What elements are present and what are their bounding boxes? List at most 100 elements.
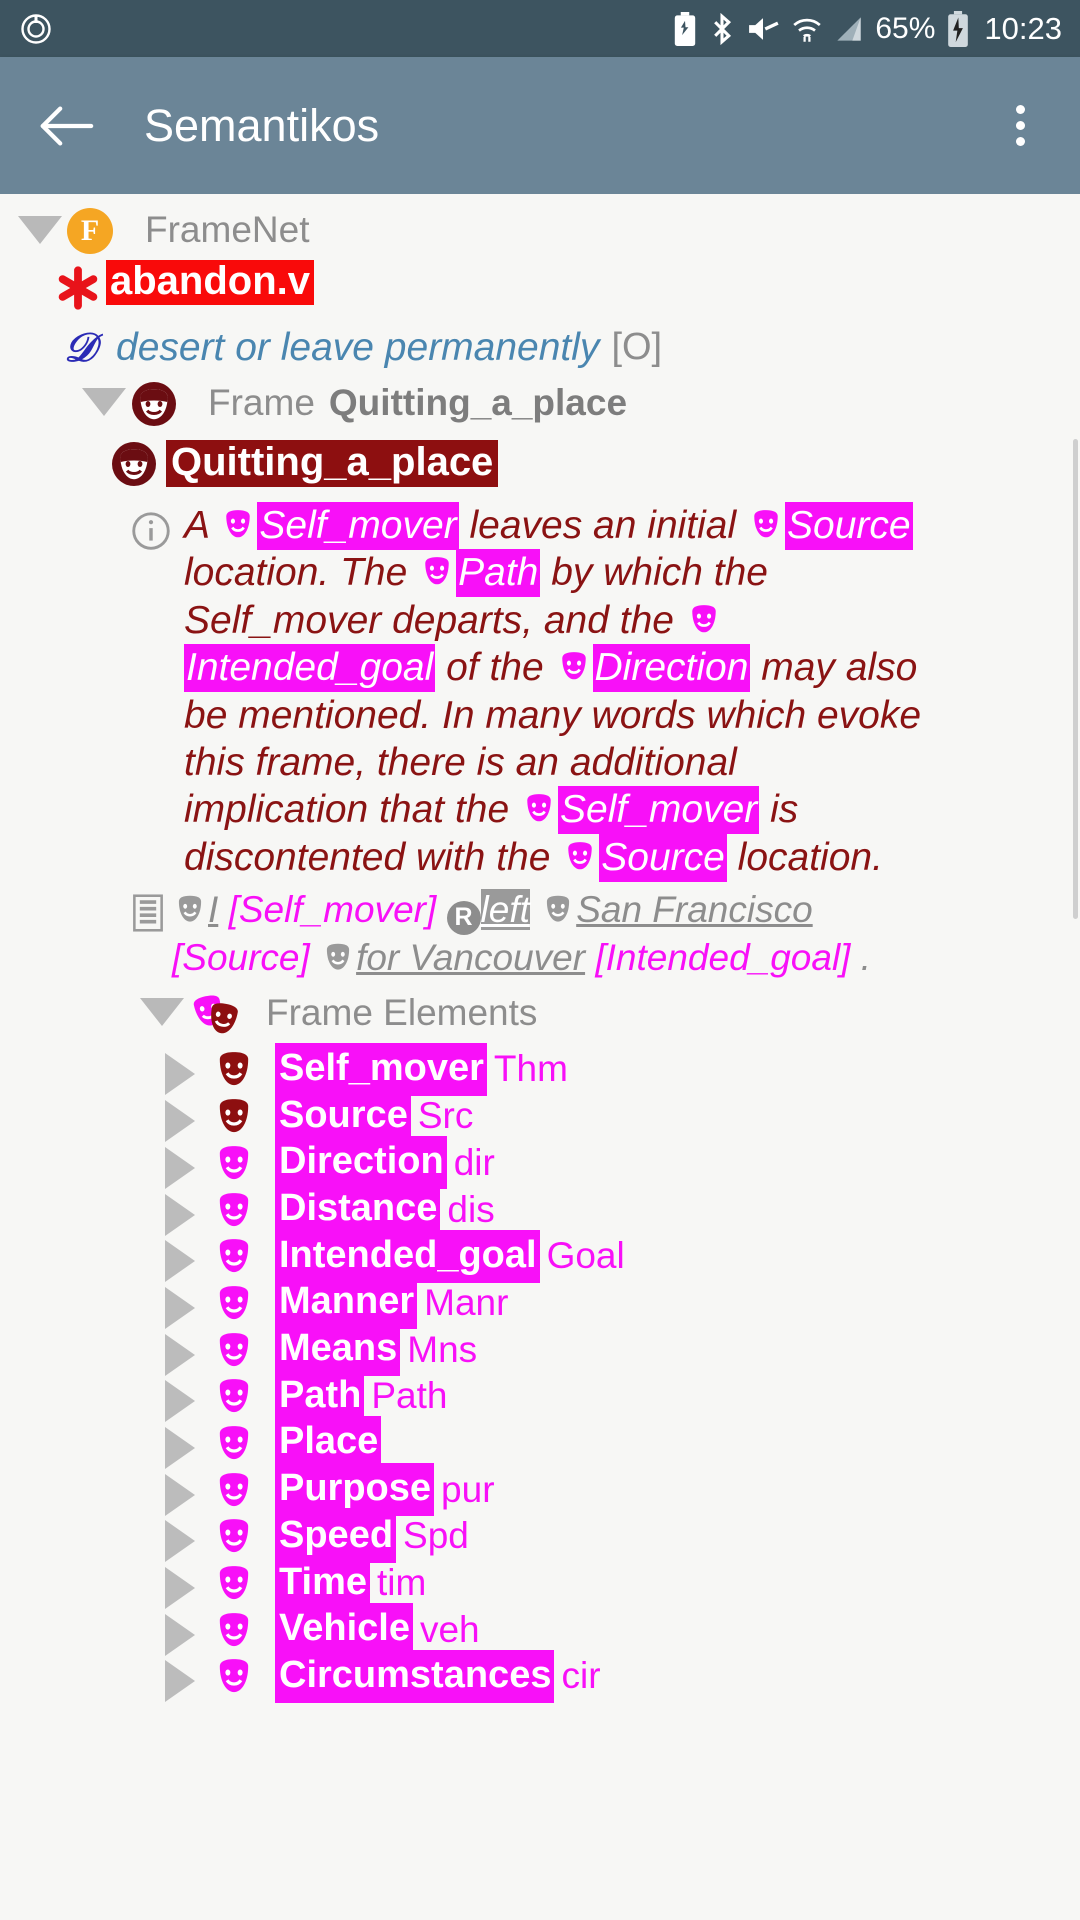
tree-node-lexical-unit[interactable]: abandon.v	[52, 260, 1080, 318]
overflow-dot-icon	[1015, 105, 1025, 114]
mask-magenta-icon	[211, 1513, 257, 1559]
frame-element-row[interactable]: Distance dis	[165, 1183, 1080, 1237]
frame-element-name: Speed	[275, 1509, 397, 1563]
frame-element-name: Self_mover	[275, 1042, 487, 1096]
chevron-right-icon[interactable]	[165, 1520, 195, 1563]
mask-dark-icon	[130, 380, 178, 432]
frame-element-name: Means	[275, 1323, 401, 1377]
frame-element-row[interactable]: Time tim	[165, 1556, 1080, 1610]
frame-element-name: Intended_goal	[275, 1229, 540, 1283]
frame-element-row[interactable]: Direction dir	[165, 1136, 1080, 1190]
mask-magenta-icon	[211, 1140, 257, 1186]
asterisk-icon	[52, 262, 104, 318]
tree-node-lu-definition[interactable]: 𝒟 desert or leave permanently [O]	[56, 328, 1080, 368]
chevron-right-icon[interactable]	[165, 1146, 195, 1189]
mute-icon	[746, 12, 780, 46]
tree-node-frame-header[interactable]: Frame Quitting_a_place	[82, 380, 1080, 432]
chevron-right-icon[interactable]	[165, 1426, 195, 1469]
tree-node-frame-definition[interactable]: A Self_mover leaves an initial Source lo…	[128, 502, 1080, 882]
signal-icon	[834, 12, 864, 46]
chevron-right-icon[interactable]	[165, 1380, 195, 1423]
power-saving-icon	[18, 11, 54, 47]
tree-node-example-sentence[interactable]: I [Self_mover] Rleft San Francisco [Sour…	[128, 887, 1080, 980]
frame-element-row[interactable]: Means Mns	[165, 1323, 1080, 1377]
tree-node-framenet[interactable]: F FrameNet	[18, 208, 1080, 254]
status-bar-left	[18, 11, 54, 47]
frame-element-row[interactable]: Vehicle veh	[165, 1603, 1080, 1657]
frame-element-row[interactable]: Purpose pur	[165, 1463, 1080, 1517]
app-bar: Semantikos	[0, 57, 1080, 194]
frame-element-name: Manner	[275, 1276, 418, 1330]
frame-element-abbr: Goal	[546, 1235, 625, 1277]
overflow-menu-button[interactable]	[990, 90, 1050, 162]
frame-element-row[interactable]: Intended_goal Goal	[165, 1229, 1080, 1283]
battery-saver-icon	[672, 11, 698, 46]
framenet-label: FrameNet	[145, 209, 310, 250]
chevron-down-icon[interactable]	[18, 216, 62, 244]
chevron-down-icon[interactable]	[140, 998, 184, 1027]
frame-element-name: Distance	[275, 1183, 441, 1237]
back-button[interactable]	[30, 90, 102, 162]
frame-title-label: Quitting_a_place	[166, 440, 499, 487]
info-icon	[128, 508, 174, 558]
chevron-right-icon[interactable]	[165, 1053, 195, 1096]
scrollbar[interactable]	[1073, 439, 1078, 919]
chevron-right-icon[interactable]	[165, 1333, 195, 1376]
mask-magenta-icon	[211, 1653, 257, 1699]
tree-node-frame-title[interactable]: Quitting_a_place	[110, 440, 1080, 492]
status-bar: 65% 10:23	[0, 0, 1080, 57]
frame-definition-text: A Self_mover leaves an initial Source lo…	[184, 502, 929, 882]
mask-magenta-icon	[211, 1187, 257, 1233]
frame-element-name: Purpose	[275, 1463, 435, 1517]
chevron-right-icon[interactable]	[165, 1567, 195, 1610]
frame-element-abbr: pur	[441, 1468, 495, 1510]
frame-element-abbr: Src	[417, 1095, 474, 1137]
frame-element-row[interactable]: Path Path	[165, 1369, 1080, 1423]
page-title: Semantikos	[144, 99, 380, 151]
lu-definition-text: desert or leave permanently	[116, 326, 600, 369]
framenet-badge-icon: F	[67, 208, 113, 254]
frame-element-row[interactable]: Speed Spd	[165, 1509, 1080, 1563]
chevron-right-icon[interactable]	[165, 1660, 195, 1703]
clock: 10:23	[984, 10, 1062, 46]
example-sentence-text: I [Self_mover] Rleft San Francisco [Sour…	[172, 889, 872, 978]
frame-elements-label: Frame Elements	[266, 992, 538, 1034]
frame-element-abbr: Spd	[403, 1515, 469, 1557]
frame-element-abbr: veh	[419, 1608, 480, 1650]
frame-element-row[interactable]: Source Src	[165, 1089, 1080, 1143]
chevron-right-icon[interactable]	[165, 1613, 195, 1656]
frame-element-name: Path	[275, 1369, 365, 1423]
chevron-right-icon[interactable]	[165, 1100, 195, 1143]
chevron-right-icon[interactable]	[165, 1473, 195, 1516]
battery-percent: 65%	[875, 11, 936, 45]
frame-element-name: Source	[275, 1089, 411, 1143]
tree-node-frame-elements-header[interactable]: Frame Elements	[140, 990, 1080, 1042]
lu-definition-tag: [O]	[611, 326, 663, 368]
frame-element-abbr: tim	[377, 1562, 427, 1604]
chevron-right-icon[interactable]	[165, 1240, 195, 1283]
frame-element-row[interactable]: Place	[165, 1416, 1080, 1470]
mask-dark-icon	[110, 440, 158, 492]
frame-element-name: Circumstances	[275, 1649, 555, 1703]
wifi-icon	[791, 12, 823, 46]
frame-element-row[interactable]: Circumstances cir	[165, 1649, 1080, 1703]
frame-element-abbr: Mns	[407, 1328, 478, 1370]
dictionary-d-icon: 𝒟	[64, 325, 96, 370]
frame-element-abbr: Thm	[493, 1048, 568, 1090]
frame-element-row[interactable]: Self_mover Thm	[165, 1042, 1080, 1096]
mask-magenta-icon	[211, 1420, 257, 1466]
frame-element-abbr: Path	[371, 1375, 448, 1417]
frame-element-row[interactable]: Manner Manr	[165, 1276, 1080, 1330]
mask-dark-icon	[211, 1093, 257, 1139]
frame-element-name: Time	[275, 1556, 371, 1610]
tree-view[interactable]: F FrameNet abandon.v 𝒟 desert or leave p…	[0, 194, 1080, 1920]
frame-element-abbr: dir	[453, 1141, 495, 1183]
chevron-right-icon[interactable]	[165, 1286, 195, 1329]
frame-element-abbr: Manr	[424, 1281, 509, 1323]
chevron-down-icon[interactable]	[82, 388, 126, 416]
overflow-dot-icon	[1015, 121, 1025, 130]
battery-charging-icon	[946, 10, 970, 47]
chevron-right-icon[interactable]	[165, 1193, 195, 1236]
example-lines-icon	[128, 893, 168, 937]
mask-magenta-icon	[211, 1467, 257, 1513]
